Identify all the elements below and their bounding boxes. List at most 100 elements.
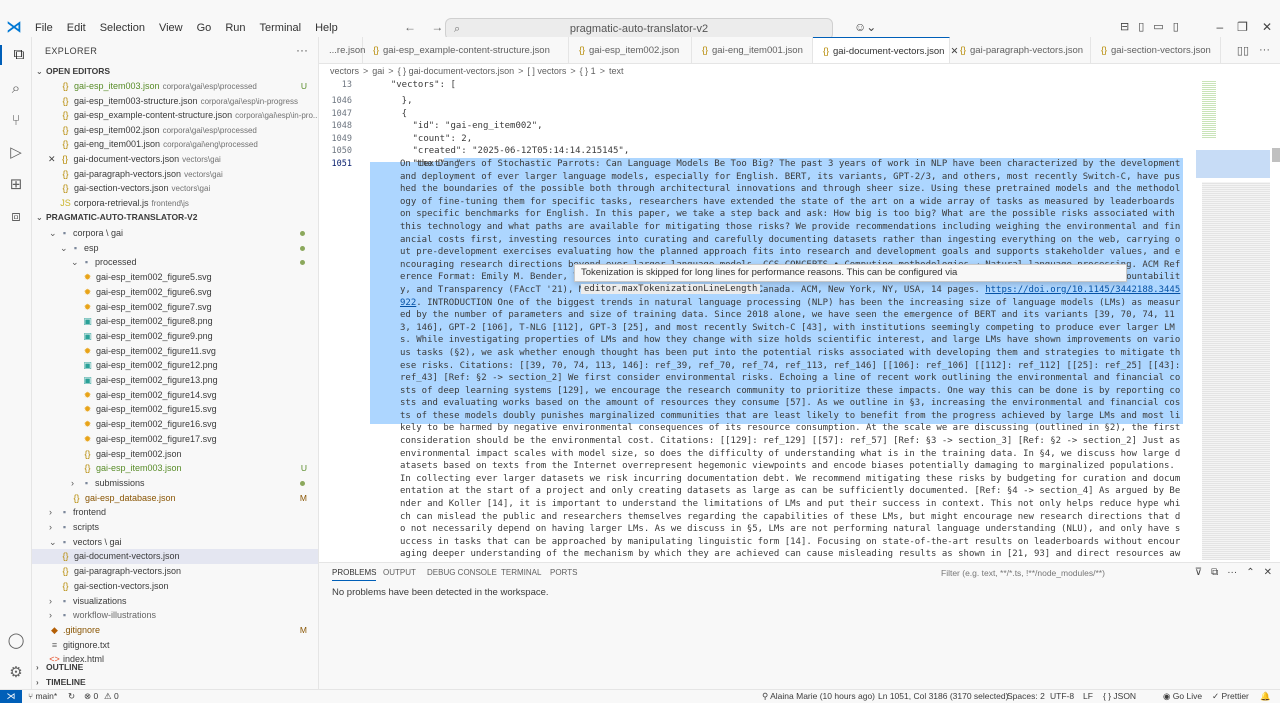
open-editor-item[interactable]: ✕ {} gai-document-vectors.json vectors\gai <box>32 152 318 167</box>
tree-file[interactable]: {} gai-section-vectors.json <box>32 579 318 594</box>
run-debug-icon[interactable]: ▷ <box>6 143 26 163</box>
open-editor-item[interactable]: {} gai-esp_item002.json corpora\gai\esp\pr… <box>32 123 318 138</box>
outline-header[interactable]: › OUTLINE <box>32 659 318 675</box>
menu-item-run[interactable]: Run <box>218 20 252 36</box>
panel-tab-debug-console[interactable]: DEBUG CONSOLE <box>427 568 497 577</box>
minimap-viewport[interactable] <box>1196 150 1270 178</box>
breadcrumb-item[interactable]: [ ] vectors <box>527 66 566 76</box>
menu-item-file[interactable]: File <box>28 20 60 36</box>
account-icon[interactable]: ◯ <box>6 631 26 651</box>
settings-gear-icon[interactable]: ⚙ <box>6 663 26 683</box>
tree-file[interactable]: {} gai-esp_item002.json <box>32 447 318 462</box>
panel-tab-problems[interactable]: PROBLEMS <box>332 568 377 581</box>
menu-item-help[interactable]: Help <box>308 20 345 36</box>
encoding[interactable]: UTF-8 <box>1050 690 1074 703</box>
minimap[interactable] <box>1196 78 1280 562</box>
tree-file[interactable]: ✹ gai-esp_item002_figure15.svg <box>32 402 318 417</box>
toggle-panel-icon[interactable]: ▭ <box>1153 20 1163 33</box>
tree-file[interactable]: ▣ gai-esp_item002_figure12.png <box>32 358 318 373</box>
remote-indicator-icon[interactable]: ⋊ <box>0 690 22 704</box>
scrollbar-thumb[interactable] <box>1272 148 1280 162</box>
maximize-panel-icon[interactable]: ⌃ <box>1246 567 1254 578</box>
tree-file[interactable]: ✹ gai-esp_item002_figure5.svg <box>32 270 318 285</box>
remote-explorer-icon[interactable]: ⧈ <box>6 207 26 227</box>
panel-tab-output[interactable]: OUTPUT <box>383 568 416 577</box>
more-actions-icon[interactable]: ··· <box>1227 567 1237 578</box>
tree-folder[interactable]: › ▪ visualizations <box>32 594 318 609</box>
indentation[interactable]: Spaces: 2 <box>1007 690 1045 703</box>
menu-item-selection[interactable]: Selection <box>93 20 152 36</box>
notifications-bell-icon[interactable]: 🔔 <box>1260 690 1271 703</box>
copilot-icon[interactable]: ☺⌄ <box>854 20 876 34</box>
restore-icon[interactable]: ❐ <box>1237 20 1248 34</box>
close-icon[interactable]: ✕ <box>48 154 56 164</box>
tree-file[interactable]: ✹ gai-esp_item002_figure16.svg <box>32 417 318 432</box>
editor-tab[interactable]: ...re.json <box>319 37 365 63</box>
editor-tab[interactable]: {} gai-esp_item002.json <box>569 37 692 63</box>
timeline-header[interactable]: › TIMELINE <box>32 674 318 689</box>
panel-tab-ports[interactable]: PORTS <box>550 568 577 577</box>
tree-file[interactable]: {} gai-esp_item003.json U <box>32 461 318 476</box>
close-panel-icon[interactable]: ✕ <box>1264 567 1272 578</box>
forward-arrow-icon[interactable]: → <box>431 20 443 34</box>
menu-item-view[interactable]: View <box>152 20 190 36</box>
tree-file[interactable]: ▣ gai-esp_item002_figure8.png <box>32 314 318 329</box>
close-window-icon[interactable]: ✕ <box>1262 20 1272 34</box>
git-blame[interactable]: ⚲ Alaina Marie (10 hours ago) <box>762 690 875 703</box>
explorer-icon[interactable]: ⧉ <box>0 45 32 65</box>
open-editors-header[interactable]: ⌄ OPEN EDITORS <box>32 63 318 79</box>
tree-file[interactable]: ◆ .gitignore M <box>32 623 318 638</box>
menu-item-edit[interactable]: Edit <box>60 20 93 36</box>
open-editor-item[interactable]: {} gai-paragraph-vectors.json vectors\gai <box>32 167 318 182</box>
tree-folder[interactable]: ⌄ ▪ vectors \ gai <box>32 535 318 550</box>
tree-file[interactable]: ✹ gai-esp_item002_figure7.svg <box>32 300 318 315</box>
tree-folder[interactable]: › ▪ scripts <box>32 520 318 535</box>
open-editor-item[interactable]: {} gai-eng_item001.json corpora\gai\eng\pr… <box>32 137 318 152</box>
toggle-sidebar-icon[interactable]: ▯ <box>1138 20 1144 33</box>
editor-tab[interactable]: {} gai-section-vectors.json <box>1091 37 1221 63</box>
cursor-position[interactable]: Ln 1051, Col 3186 (3170 selected) <box>878 690 1008 703</box>
editor-tab[interactable]: {} gai-eng_item001.json <box>692 37 813 63</box>
vertical-scrollbar[interactable] <box>1272 78 1280 562</box>
open-editor-item[interactable]: {} gai-esp_item003-structure.json corpora\… <box>32 94 318 109</box>
tree-folder[interactable]: › ▪ submissions <box>32 476 318 491</box>
tree-folder[interactable]: ⌄ ▪ processed <box>32 255 318 270</box>
errors-count[interactable]: ⊗ 0 <box>84 690 98 703</box>
breadcrumb-item[interactable]: gai <box>372 66 384 76</box>
tree-file[interactable]: {} gai-paragraph-vectors.json <box>32 564 318 579</box>
filter-icon[interactable]: ⊽ <box>1195 567 1202 578</box>
tree-folder[interactable]: ⌄ ▪ corpora \ gai <box>32 226 318 241</box>
toggle-secondary-sidebar-icon[interactable]: ▯ <box>1173 20 1179 33</box>
tree-file[interactable]: ▣ gai-esp_item002_figure13.png <box>32 373 318 388</box>
breadcrumb-item[interactable]: { } 1 <box>580 66 596 76</box>
tree-file[interactable]: ▣ gai-esp_item002_figure9.png <box>32 329 318 344</box>
collapse-all-icon[interactable]: ⧉ <box>1211 567 1218 578</box>
end-of-line[interactable]: LF <box>1083 690 1093 703</box>
customize-layout-icon[interactable]: ⊟ <box>1120 20 1129 33</box>
split-editor-icon[interactable]: ▯▯ <box>1237 44 1249 57</box>
search-view-icon[interactable]: ⌕ <box>6 79 26 99</box>
go-live-button[interactable]: ◉ Go Live <box>1163 690 1202 703</box>
sync-icon[interactable]: ↻ <box>68 690 75 703</box>
open-editor-item[interactable]: {} gai-esp_example-content-structure.json… <box>32 108 318 123</box>
language-mode[interactable]: { } JSON <box>1103 690 1136 703</box>
tree-folder[interactable]: › ▪ frontend <box>32 505 318 520</box>
extensions-icon[interactable]: ⊞ <box>6 175 26 195</box>
code-editor[interactable]: 13 "vectors": [1046 }, 1047 {1048 "id": "… <box>319 78 1280 562</box>
prettier-status[interactable]: ✓ Prettier <box>1212 690 1249 703</box>
tree-file[interactable]: {} gai-document-vectors.json <box>32 549 318 565</box>
editor-tab[interactable]: {} gai-paragraph-vectors.json <box>950 37 1091 63</box>
open-editor-item[interactable]: {} gai-esp_item003.json corpora\gai\esp\pr… <box>32 79 318 94</box>
editor-tab[interactable]: {} gai-esp_example-content-structure.json <box>363 37 569 63</box>
more-actions-icon[interactable]: ··· <box>1259 44 1270 57</box>
tree-folder[interactable]: ⌄ ▪ esp <box>32 241 318 256</box>
breadcrumb-item[interactable]: vectors <box>330 66 359 76</box>
tree-file[interactable]: ✹ gai-esp_item002_figure6.svg <box>32 285 318 300</box>
open-editor-item[interactable]: {} gai-section-vectors.json vectors\gai <box>32 181 318 196</box>
panel-tab-terminal[interactable]: TERMINAL <box>501 568 541 577</box>
project-header[interactable]: ⌄ PRAGMATIC-AUTO-TRANSLATOR-V2 <box>32 209 318 225</box>
editor-tab[interactable]: {} gai-document-vectors.json ✕ <box>813 37 958 63</box>
tree-folder[interactable]: › ▪ workflow-illustrations <box>32 608 318 623</box>
problems-filter-input[interactable]: Filter (e.g. text, **/*.ts, !**/node_mod… <box>937 566 1202 581</box>
tree-file[interactable]: {} gai-esp_database.json M <box>32 491 318 506</box>
